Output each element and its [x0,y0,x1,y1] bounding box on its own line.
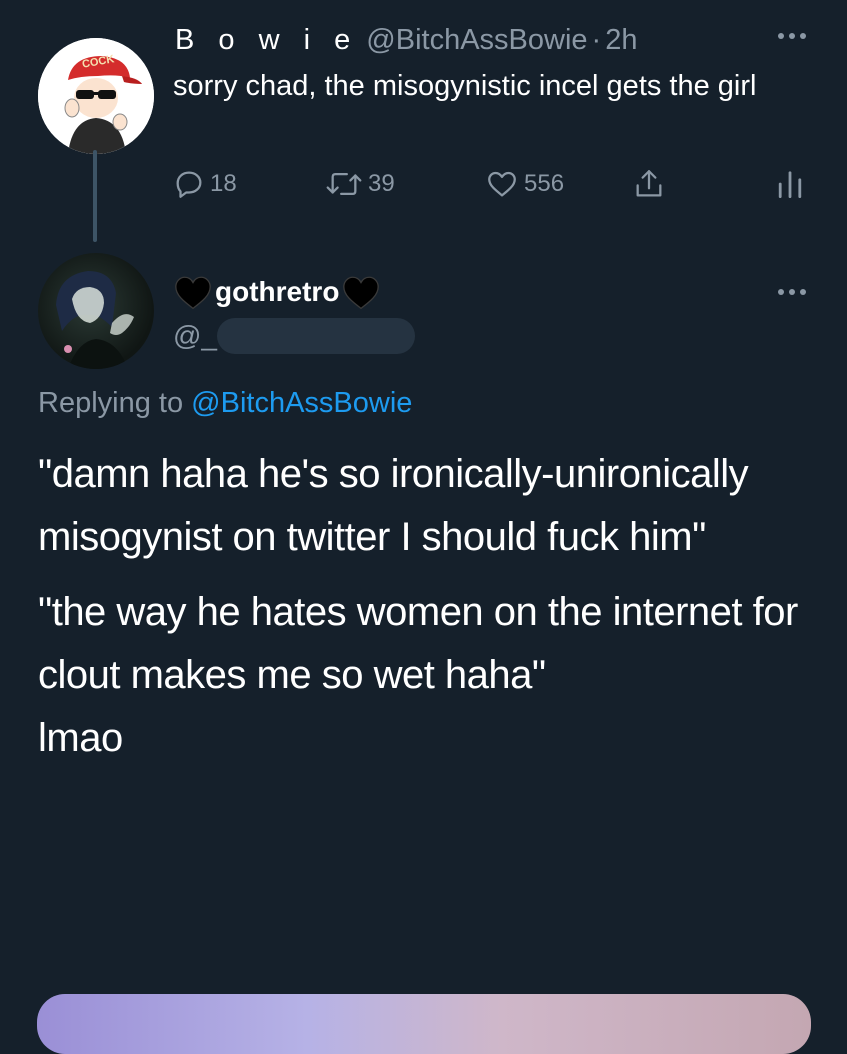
parent-tweet[interactable]: COCK B o w i e @BitchAssBowie · 2h sorry c… [0,0,847,250]
replying-to-mention[interactable]: @BitchAssBowie [191,387,412,419]
avatar[interactable]: COCK [38,38,154,154]
redacted-handle [217,318,415,354]
reply-count: 18 [210,170,237,197]
more-horizontal-icon[interactable] [776,282,808,302]
tweet-header: B o w i e @BitchAssBowie · 2h [175,22,637,58]
like-count: 556 [524,170,565,197]
thread-connector-line [93,150,97,242]
reply-button[interactable]: 18 [172,166,237,202]
retweet-count: 39 [368,170,395,197]
more-horizontal-icon[interactable] [776,26,808,46]
black-heart-icon [343,276,380,310]
tweet-paragraph: "the way he hates women on the internet … [38,590,798,697]
black-heart-icon [175,276,211,310]
tweet-paragraph: "damn haha he's so ironically-unironical… [38,452,749,559]
timestamp[interactable]: 2h [605,24,637,56]
handle[interactable]: @BitchAssBowie [366,24,587,56]
reply-name-row[interactable]: gothretro [173,272,381,312]
media-preview[interactable] [37,994,811,1054]
separator-dot: · [591,24,602,56]
tweet-text: "damn haha he's so ironically-unironical… [38,443,818,770]
reply-icon [176,171,202,198]
replying-to: Replying to @BitchAssBowie [38,384,412,422]
tweet-text: sorry chad, the misogynistic incel gets … [173,70,757,102]
avatar[interactable] [38,253,154,369]
share-icon [636,170,662,197]
retweet-button[interactable]: 39 [324,166,395,202]
avatar-image [56,271,134,369]
like-button[interactable]: 556 [484,166,564,202]
share-button[interactable] [632,166,666,202]
display-name[interactable]: gothretro [215,276,339,308]
analytics-icon [778,171,802,198]
display-name[interactable]: B o w i e [175,24,358,56]
reply-handle-row[interactable]: @_ [173,316,415,356]
handle: @_ [173,320,217,351]
retweet-icon [326,172,362,196]
tweet-actions: 18 39 556 [172,166,812,202]
heart-icon [488,171,516,197]
analytics-button[interactable] [776,166,804,202]
tweet-paragraph: lmao [38,716,123,760]
replying-to-label: Replying to [38,387,184,419]
